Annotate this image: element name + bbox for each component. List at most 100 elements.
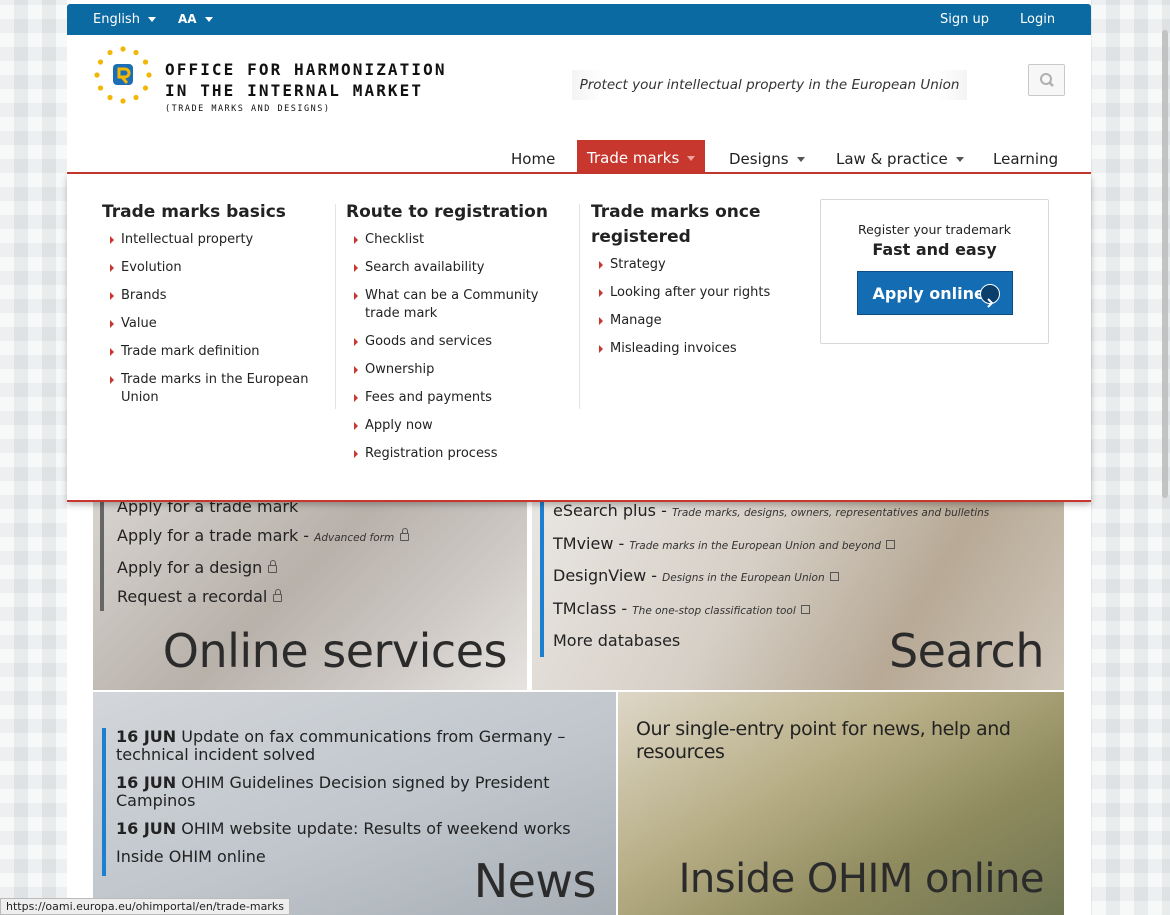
menu-link[interactable]: Intellectual property	[102, 231, 317, 249]
lock-icon	[268, 559, 278, 573]
menu-col-title: Trade marks basics	[102, 202, 286, 222]
lock-icon	[273, 588, 283, 602]
menu-link[interactable]: Checklist	[346, 231, 556, 249]
search-title: Search	[888, 624, 1045, 678]
database-note: Trade marks in the European Union and be…	[629, 539, 881, 552]
menu-link[interactable]: Evolution	[102, 259, 317, 277]
service-label: Apply for a trade mark	[117, 526, 299, 545]
service-link-apply-trade-mark[interactable]: Apply for a trade mark	[117, 502, 409, 521]
database-separator: -	[613, 533, 630, 553]
language-selector[interactable]: English	[93, 4, 156, 35]
news-item[interactable]: 16 JUN OHIM website update: Results of w…	[116, 820, 602, 838]
menu-link[interactable]: Apply now	[346, 417, 556, 435]
news-title: News	[473, 854, 597, 908]
database-separator: -	[616, 598, 633, 618]
menu-col-route: Route to registration Checklist Search a…	[346, 200, 556, 473]
database-note: Designs in the European Union	[662, 572, 825, 584]
nav-designs-label: Designs	[729, 150, 789, 168]
menu-link[interactable]: Trade mark definition	[102, 343, 317, 361]
trade-marks-mega-menu: Trade marks basics Intellectual property…	[67, 174, 1091, 502]
menu-link[interactable]: Goods and services	[346, 333, 556, 351]
scrollbar[interactable]	[1160, 0, 1170, 915]
logo-line-3: (TRADE MARKS AND DESIGNS)	[165, 104, 331, 114]
database-label: eSearch plus	[553, 502, 656, 520]
nav-learning[interactable]: Learning	[993, 140, 1058, 172]
signup-link[interactable]: Sign up	[940, 4, 989, 35]
menu-link[interactable]: Misleading invoices	[591, 340, 791, 358]
menu-col-registered: Trade marks once registered Strategy Loo…	[591, 200, 791, 368]
external-link-icon	[800, 604, 810, 614]
database-link-designview[interactable]: DesignView - Designs in the European Uni…	[553, 561, 989, 594]
tagline: Protect your intellectual property in th…	[572, 70, 967, 100]
service-note: Advanced form	[314, 532, 395, 544]
database-separator: -	[655, 502, 672, 520]
lock-icon	[400, 527, 410, 541]
ohim-logo-icon[interactable]	[93, 45, 153, 105]
menu-link[interactable]: Trade marks in the European Union	[102, 371, 317, 407]
nav-law-label: Law & practice	[836, 150, 948, 168]
menu-col-basics: Trade marks basics Intellectual property…	[102, 200, 317, 417]
service-link-request-recordal[interactable]: Request a recordal	[117, 582, 409, 611]
menu-link[interactable]: Registration process	[346, 445, 556, 463]
news-date: 16 JUN	[116, 819, 177, 838]
inside-ohim-title: Inside OHIM online	[678, 856, 1045, 902]
logo-line-2: IN THE INTERNAL MARKET	[165, 81, 424, 100]
menu-link[interactable]: Fees and payments	[346, 389, 556, 407]
database-link-tmview[interactable]: TMview - Trade marks in the European Uni…	[553, 529, 989, 562]
news-text: OHIM Guidelines Decision signed by Presi…	[116, 773, 550, 810]
news-tile[interactable]: 16 JUN Update on fax communications from…	[93, 692, 616, 915]
service-label: Apply for a trade mark	[117, 502, 299, 516]
search-button[interactable]	[1028, 64, 1065, 96]
apply-online-label: Apply online	[872, 284, 985, 303]
nav-home[interactable]: Home	[511, 140, 555, 172]
inside-ohim-description: Our single-entry point for news, help an…	[636, 718, 1011, 763]
menu-col-title: Trade marks once registered	[591, 202, 761, 247]
service-label: Request a recordal	[117, 587, 268, 606]
nav-trade-marks[interactable]: Trade marks	[577, 140, 706, 172]
news-item[interactable]: 16 JUN Update on fax communications from…	[116, 728, 602, 764]
scrollbar-thumb[interactable]	[1162, 30, 1168, 498]
nav-designs[interactable]: Designs	[729, 140, 805, 172]
inside-ohim-tile[interactable]: Our single-entry point for news, help an…	[618, 692, 1064, 915]
top-bar: English AA Sign up Login	[67, 4, 1091, 35]
apply-online-button[interactable]: Apply online	[856, 271, 1013, 315]
page-container: English AA Sign up Login OFFICE FOR HARM…	[67, 0, 1091, 915]
external-link-icon	[829, 572, 839, 581]
site-header: OFFICE FOR HARMONIZATION IN THE INTERNAL…	[67, 35, 1091, 128]
status-bar-url: https://oami.europa.eu/ohimportal/en/tra…	[0, 898, 290, 915]
nav-law-practice[interactable]: Law & practice	[836, 140, 964, 172]
promo-line-1: Register your trademark	[857, 222, 1012, 237]
menu-link[interactable]: Strategy	[591, 256, 791, 274]
logo-text[interactable]: OFFICE FOR HARMONIZATION IN THE INTERNAL…	[165, 59, 447, 114]
font-size-selector[interactable]: AA	[178, 4, 213, 35]
nav-trade-marks-label: Trade marks	[587, 149, 680, 167]
database-link-tmclass[interactable]: TMclass - The one-stop classification to…	[553, 594, 989, 627]
menu-link[interactable]: Ownership	[346, 361, 556, 379]
online-services-list: Apply for a trade mark Apply for a trade…	[100, 502, 410, 611]
database-label: TMview	[553, 533, 614, 553]
menu-link[interactable]: Value	[102, 315, 317, 333]
news-item[interactable]: 16 JUN OHIM Guidelines Decision signed b…	[116, 774, 602, 810]
database-note: The one-stop classification tool	[632, 604, 796, 617]
login-link[interactable]: Login	[1020, 4, 1055, 35]
news-date: 16 JUN	[116, 773, 177, 792]
menu-link[interactable]: Brands	[102, 287, 317, 305]
service-link-apply-design[interactable]: Apply for a design	[117, 553, 409, 582]
database-link-esearch[interactable]: eSearch plus - Trade marks, designs, own…	[553, 502, 989, 529]
news-text: OHIM website update: Results of weekend …	[181, 819, 571, 838]
database-label: DesignView	[553, 566, 647, 585]
service-label: Apply for a design	[117, 558, 263, 577]
menu-link[interactable]: Looking after your rights	[591, 284, 791, 302]
database-label: TMclass	[553, 598, 617, 618]
menu-col-title: Route to registration	[346, 202, 548, 222]
online-services-tile[interactable]: Apply for a trade mark Apply for a trade…	[93, 502, 527, 690]
menu-link[interactable]: What can be a Community trade mark	[346, 287, 556, 323]
news-date: 16 JUN	[116, 727, 177, 746]
menu-link[interactable]: Manage	[591, 312, 791, 330]
chevron-down-icon	[955, 157, 964, 162]
service-link-apply-advanced[interactable]: Apply for a trade mark - Advanced form	[117, 521, 410, 553]
search-tile[interactable]: eSearch plus - Trade marks, designs, own…	[532, 502, 1064, 690]
menu-link[interactable]: Search availability	[346, 259, 556, 277]
promo-line-2: Fast and easy	[872, 240, 997, 259]
main-nav: Home Trade marks Designs Law & practice …	[67, 128, 1091, 174]
